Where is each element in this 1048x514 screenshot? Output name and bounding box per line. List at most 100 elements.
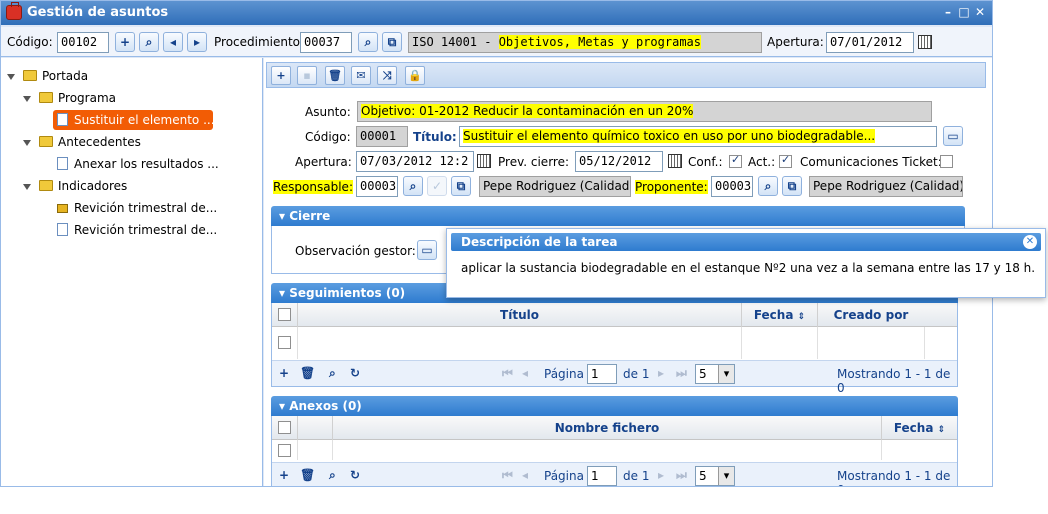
tree-node-revicion-1[interactable]: Revición trimestral de... [74, 198, 217, 218]
next-icon[interactable]: ▸ [187, 32, 207, 52]
delete-icon[interactable]: 🗑 [300, 468, 315, 482]
search-icon[interactable]: ⌕ [758, 176, 778, 196]
cierre-panel-header[interactable]: Cierre [271, 206, 965, 226]
tree-node-revicion-2[interactable]: Revición trimestral de... [74, 220, 217, 240]
shuffle-icon[interactable]: ⤨ [377, 66, 397, 85]
tree-node-anexar[interactable]: Anexar los resultados ... [74, 154, 219, 174]
titulo-field[interactable]: Sustituir el elemento químico toxico en … [459, 126, 937, 147]
column-fecha-label: Fecha [893, 421, 934, 435]
tree-node-antecedentes[interactable]: Antecedentes [58, 132, 141, 152]
refresh-icon[interactable]: ↻ [350, 366, 360, 380]
asunto-field: Objetivo: 01-2012 Reducir la contaminaci… [357, 101, 932, 122]
tree-node-portada[interactable]: Portada [42, 66, 88, 86]
act-checkbox[interactable] [779, 153, 792, 168]
folder-icon [23, 70, 37, 81]
copy-icon[interactable]: ⧉ [382, 32, 402, 52]
pagina-label: Página [544, 469, 584, 483]
copy-icon[interactable]: ⧉ [782, 176, 802, 196]
mail-icon[interactable]: ✉ [351, 66, 371, 85]
refresh-icon[interactable]: ↻ [350, 468, 360, 482]
comment-icon[interactable]: ▭ [417, 240, 437, 260]
prev-icon[interactable]: ◂ [163, 32, 183, 52]
column-titulo[interactable]: Título [297, 303, 741, 327]
column-fecha-label: Fecha [753, 308, 794, 322]
column-fecha[interactable]: Fecha ⇕ [741, 303, 817, 327]
calendar-icon[interactable] [668, 154, 682, 168]
next-page-icon[interactable]: ▸ [658, 366, 664, 380]
search-icon[interactable]: ⌕ [403, 176, 423, 196]
seguimientos-grid-header: Título Fecha ⇕ Creado por [272, 303, 957, 327]
last-page-icon[interactable]: ⏭ [676, 468, 687, 483]
responsable-label: Responsable: [273, 180, 353, 194]
add-icon[interactable]: + [279, 468, 289, 482]
title-bar: Gestión de asuntos – □ ✕ [1, 1, 992, 25]
anexos-panel-header[interactable]: Anexos (0) [271, 396, 958, 416]
maximize-icon[interactable]: □ [958, 6, 970, 19]
close-icon[interactable]: ✕ [1023, 235, 1037, 249]
responsable-name-field: Pepe Rodriguez (Calidad) [479, 176, 631, 197]
add-icon[interactable]: + [271, 66, 291, 85]
folder-icon [39, 180, 53, 191]
proponente-code-field[interactable]: 00003 [711, 176, 753, 197]
conf-checkbox[interactable] [729, 153, 742, 168]
delete-icon[interactable]: 🗑 [325, 66, 345, 85]
minimize-icon[interactable]: – [942, 6, 954, 19]
add-button[interactable]: + [115, 32, 135, 52]
comunicaciones-checkbox[interactable] [940, 155, 953, 168]
tree-panel: Portada Programa Sustituir el elemento .… [1, 58, 263, 486]
prev-cierre-field[interactable]: 05/12/2012 [575, 151, 663, 172]
expand-icon[interactable] [23, 96, 31, 102]
folder-icon [39, 136, 53, 147]
page-size-select[interactable]: 5 [695, 466, 735, 486]
calendar-icon[interactable] [477, 154, 491, 168]
add-icon[interactable]: + [279, 366, 289, 380]
prev-page-icon[interactable]: ◂ [522, 468, 528, 482]
document-icon [57, 113, 68, 126]
calendar-icon[interactable] [918, 35, 932, 49]
act-label: Act.: [748, 155, 776, 169]
close-icon[interactable]: ✕ [974, 6, 986, 19]
row-checkbox[interactable] [278, 336, 291, 349]
tree-node-label: Sustituir el elemento ... [74, 113, 215, 127]
procedimiento-name-highlight: Objetivos, Metas y programas [498, 35, 701, 49]
search-icon[interactable]: ⌕ [139, 32, 159, 52]
expand-icon[interactable] [7, 74, 15, 80]
first-page-icon[interactable]: ⏮ [502, 468, 513, 483]
tree-node-selected[interactable]: Sustituir el elemento ... [53, 110, 215, 130]
tree-node-programa[interactable]: Programa [58, 88, 116, 108]
prev-page-icon[interactable]: ◂ [522, 366, 528, 380]
check-icon[interactable]: ✓ [427, 176, 447, 196]
responsable-code-field[interactable]: 00003 [356, 176, 398, 197]
column-blank [297, 416, 332, 440]
expand-icon[interactable] [23, 140, 31, 146]
apertura-field[interactable]: 07/03/2012 12:2 [356, 151, 474, 172]
lock-icon[interactable]: 🔒 [405, 66, 425, 85]
page-input[interactable]: 1 [587, 364, 617, 384]
asunto-value: Objetivo: 01-2012 Reducir la contaminaci… [361, 104, 694, 118]
copy-icon[interactable]: ⧉ [451, 176, 471, 196]
select-all-checkbox[interactable] [278, 308, 291, 321]
expand-icon[interactable] [23, 184, 31, 190]
apertura-label: Apertura: [767, 35, 824, 49]
codigo-field[interactable]: 00102 [57, 32, 109, 53]
delete-icon[interactable]: 🗑 [300, 366, 315, 380]
first-page-icon[interactable]: ⏮ [502, 366, 513, 381]
column-fecha[interactable]: Fecha ⇕ [881, 416, 957, 440]
page-size-select[interactable]: 5 [695, 364, 735, 384]
procedimiento-field[interactable]: 00037 [300, 32, 352, 53]
page-input[interactable]: 1 [587, 466, 617, 486]
save-icon[interactable]: ▪ [297, 66, 317, 85]
column-creado-por[interactable]: Creado por [817, 303, 924, 327]
column-nombre-fichero[interactable]: Nombre fichero [332, 416, 881, 440]
next-page-icon[interactable]: ▸ [658, 468, 664, 482]
search-icon[interactable]: ⌕ [358, 32, 378, 52]
row-checkbox[interactable] [278, 444, 291, 457]
tree-node-indicadores[interactable]: Indicadores [58, 176, 127, 196]
select-all-checkbox[interactable] [278, 421, 291, 434]
search-icon[interactable]: ⌕ [329, 468, 336, 483]
apertura-field[interactable]: 07/01/2012 [826, 32, 914, 53]
popup-text: aplicar la sustancia biodegradable en el… [461, 261, 1036, 275]
comment-icon[interactable]: ▭ [943, 126, 963, 146]
last-page-icon[interactable]: ⏭ [676, 366, 687, 381]
search-icon[interactable]: ⌕ [329, 366, 336, 381]
